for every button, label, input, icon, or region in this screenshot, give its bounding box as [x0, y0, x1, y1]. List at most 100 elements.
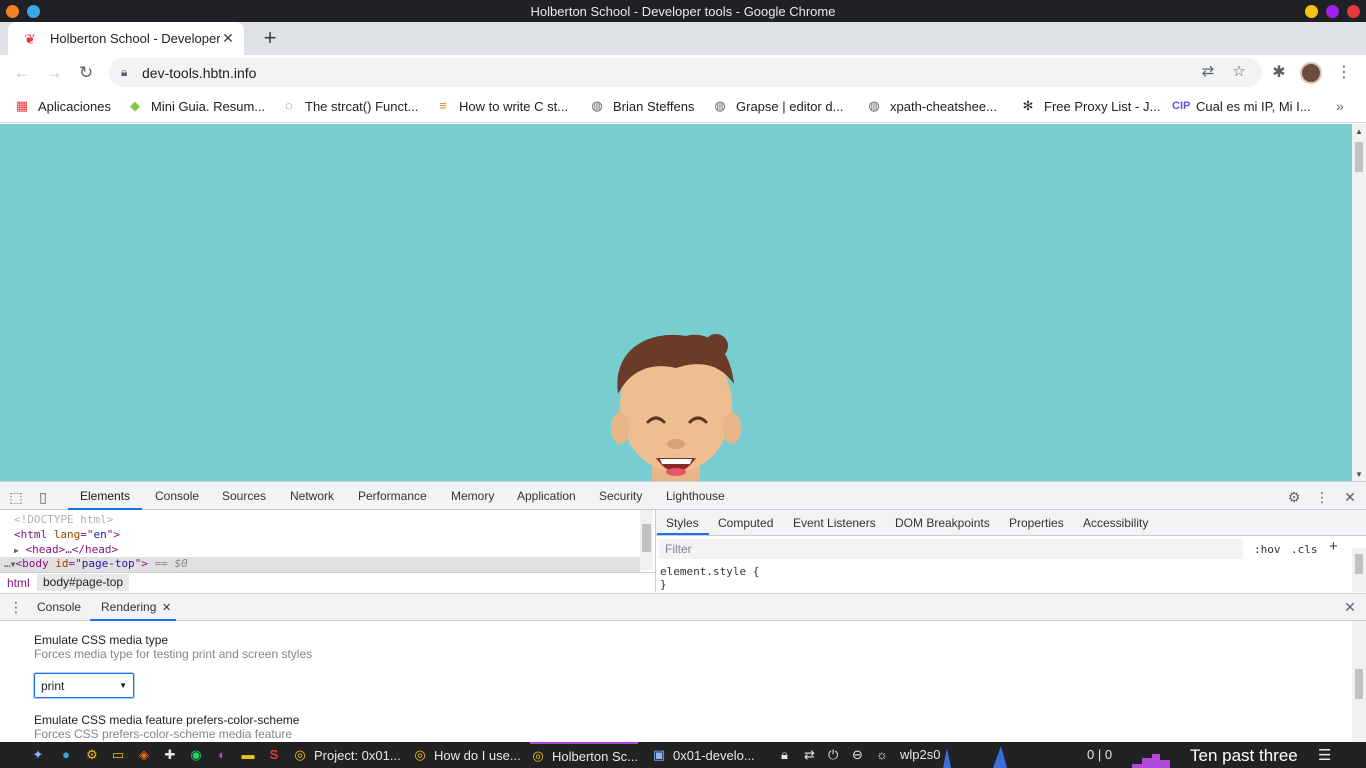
- browser-tab[interactable]: ❦ Holberton School - Developer tools ✕: [8, 22, 244, 55]
- rendering-scrollbar[interactable]: [1352, 621, 1366, 742]
- spotify-icon[interactable]: ◉: [188, 747, 204, 763]
- firefox-icon[interactable]: ●: [58, 747, 74, 763]
- bookmark-item[interactable]: ◆ Mini Guia. Resum...: [127, 98, 265, 114]
- bookmark-item[interactable]: ◌ The strcat() Funct...: [281, 98, 418, 114]
- drawer-tab-console[interactable]: Console: [37, 600, 81, 614]
- tab-event-listeners[interactable]: Event Listeners: [793, 516, 876, 530]
- tab-computed[interactable]: Computed: [718, 516, 773, 530]
- tab-lighthouse[interactable]: Lighthouse: [666, 489, 725, 503]
- bookmark-item[interactable]: ▦ Aplicaciones: [14, 98, 111, 114]
- bookmark-star-icon[interactable]: ☆: [1230, 63, 1248, 81]
- device-toolbar-icon[interactable]: ▯: [34, 488, 52, 506]
- lock-icon[interactable]: 🔒︎: [121, 65, 127, 80]
- clock[interactable]: Ten past three: [1190, 746, 1298, 766]
- doctype-node[interactable]: <!DOCTYPE html>: [14, 513, 113, 526]
- back-icon[interactable]: ←: [11, 62, 33, 84]
- hov-toggle[interactable]: :hov: [1254, 543, 1281, 556]
- user-switch-icon[interactable]: ⇄: [804, 747, 815, 763]
- more-icon[interactable]: …: [4, 557, 11, 570]
- extensions-icon[interactable]: ✱: [1268, 62, 1290, 84]
- body-node-selected[interactable]: …▼<body id="page-top"> == $0: [0, 557, 640, 572]
- vscode-icon[interactable]: ◐: [214, 747, 230, 763]
- cls-toggle[interactable]: .cls: [1291, 543, 1318, 556]
- elements-scrollbar[interactable]: [640, 510, 653, 570]
- brightness-icon[interactable]: ☼: [876, 747, 888, 762]
- close-tab-icon[interactable]: ✕: [220, 30, 236, 47]
- settings-icon[interactable]: ⚙: [84, 747, 100, 763]
- launcher-icon[interactable]: ✦: [30, 747, 46, 763]
- minimize-icon[interactable]: [1305, 5, 1318, 18]
- tab-performance[interactable]: Performance: [358, 489, 427, 503]
- tab-styles[interactable]: Styles: [666, 516, 699, 530]
- settings-gear-icon[interactable]: ⚙: [1285, 488, 1303, 506]
- tab-properties[interactable]: Properties: [1009, 516, 1064, 530]
- close-window-icon[interactable]: [1347, 5, 1360, 18]
- scroll-down-icon[interactable]: ▼: [1355, 470, 1363, 479]
- breadcrumb-html[interactable]: html: [7, 576, 30, 590]
- media-type-select[interactable]: print ▼: [34, 673, 134, 698]
- bookmark-item[interactable]: CIP Cual es mi IP, Mi I...: [1172, 98, 1311, 114]
- tab-dom-breakpoints[interactable]: DOM Breakpoints: [895, 516, 990, 530]
- tab-application[interactable]: Application: [517, 489, 576, 503]
- breadcrumb-body[interactable]: body#page-top: [37, 574, 130, 591]
- tab-console[interactable]: Console: [155, 489, 199, 503]
- page-scrollbar[interactable]: ▲ ▼: [1352, 124, 1366, 481]
- files-icon[interactable]: ▭: [110, 747, 126, 763]
- chat-icon[interactable]: ▬: [240, 747, 256, 763]
- address-bar[interactable]: 🔒︎ dev-tools.hbtn.info ⇄ ☆: [109, 58, 1262, 87]
- forward-icon[interactable]: →: [43, 62, 65, 84]
- tab-accessibility[interactable]: Accessibility: [1083, 516, 1148, 530]
- slack-icon[interactable]: ✚: [162, 747, 178, 763]
- brave-icon[interactable]: ◈: [136, 747, 152, 763]
- styles-filter-input[interactable]: Filter: [659, 539, 1243, 559]
- bookmark-item[interactable]: ✻ Free Proxy List - J...: [1020, 98, 1161, 114]
- no-entry-icon[interactable]: ⊖: [852, 747, 863, 763]
- url-text[interactable]: dev-tools.hbtn.info: [142, 65, 256, 81]
- new-style-rule-icon[interactable]: +: [1329, 538, 1338, 555]
- maximize-icon[interactable]: [1326, 5, 1339, 18]
- lock-icon[interactable]: 🔒︎: [781, 747, 788, 763]
- holberton-favicon-icon: ❦: [24, 30, 36, 47]
- close-drawer-icon[interactable]: ✕: [1341, 598, 1359, 616]
- scroll-up-icon[interactable]: ▲: [1355, 127, 1363, 136]
- drawer-menu-icon[interactable]: ⋮: [7, 598, 25, 616]
- devtools-menu-icon[interactable]: ⋮: [1313, 488, 1331, 506]
- new-tab-icon[interactable]: +: [258, 27, 282, 51]
- expand-triangle-icon[interactable]: ▶: [14, 546, 19, 555]
- tab-memory[interactable]: Memory: [451, 489, 494, 503]
- task-label: How do I use...: [434, 747, 521, 763]
- styles-scrollbar[interactable]: [1352, 548, 1366, 592]
- chrome-menu-icon[interactable]: ⋮: [1333, 62, 1355, 84]
- menu-icon[interactable]: ☰: [1318, 746, 1331, 764]
- page-viewport[interactable]: [0, 124, 1352, 481]
- elements-tree[interactable]: <!DOCTYPE html> <html lang="en"> ▶ <head…: [0, 510, 653, 572]
- tab-security[interactable]: Security: [599, 489, 642, 503]
- tab-sources[interactable]: Sources: [222, 489, 266, 503]
- bookmark-item[interactable]: ≡ How to write C st...: [435, 98, 568, 114]
- taskbar-task[interactable]: ◎ How do I use...: [412, 742, 521, 768]
- power-icon[interactable]: ⏻: [828, 747, 838, 763]
- element-style-rule[interactable]: element.style { }: [660, 565, 759, 591]
- bookmark-item[interactable]: ◍ Grapse | editor d...: [712, 98, 843, 114]
- body-attr: id: [55, 557, 69, 570]
- head-node[interactable]: ▶ <head>…</head>: [14, 543, 118, 556]
- translate-icon[interactable]: ⇄: [1199, 63, 1217, 81]
- tab-network[interactable]: Network: [290, 489, 334, 503]
- drawer-tab-rendering[interactable]: Rendering: [101, 600, 156, 614]
- scroll-thumb[interactable]: [1355, 142, 1363, 172]
- reload-icon[interactable]: ↻: [75, 62, 97, 84]
- browser-toolbar: ← → ↻ 🔒︎ dev-tools.hbtn.info ⇄ ☆ ✱ ⋮: [0, 55, 1366, 90]
- taskbar-task[interactable]: ◎ Project: 0x01...: [292, 742, 400, 768]
- more-bookmarks-icon[interactable]: »: [1336, 98, 1344, 114]
- inspect-element-icon[interactable]: ⬚: [7, 488, 25, 506]
- bookmark-item[interactable]: ◍ xpath-cheatshee...: [866, 98, 997, 114]
- close-devtools-icon[interactable]: ✕: [1341, 488, 1359, 506]
- tab-elements[interactable]: Elements: [80, 489, 130, 503]
- html-node[interactable]: <html lang="en">: [14, 528, 120, 541]
- sublime-icon[interactable]: S: [266, 747, 282, 763]
- taskbar-task[interactable]: ▣ 0x01-develo...: [651, 742, 755, 768]
- taskbar-task-active[interactable]: ◎ Holberton Sc...: [530, 742, 638, 768]
- profile-avatar[interactable]: [1300, 62, 1322, 84]
- bookmark-item[interactable]: ◍ Brian Steffens: [589, 98, 694, 114]
- close-rendering-tab-icon[interactable]: ✕: [162, 601, 171, 614]
